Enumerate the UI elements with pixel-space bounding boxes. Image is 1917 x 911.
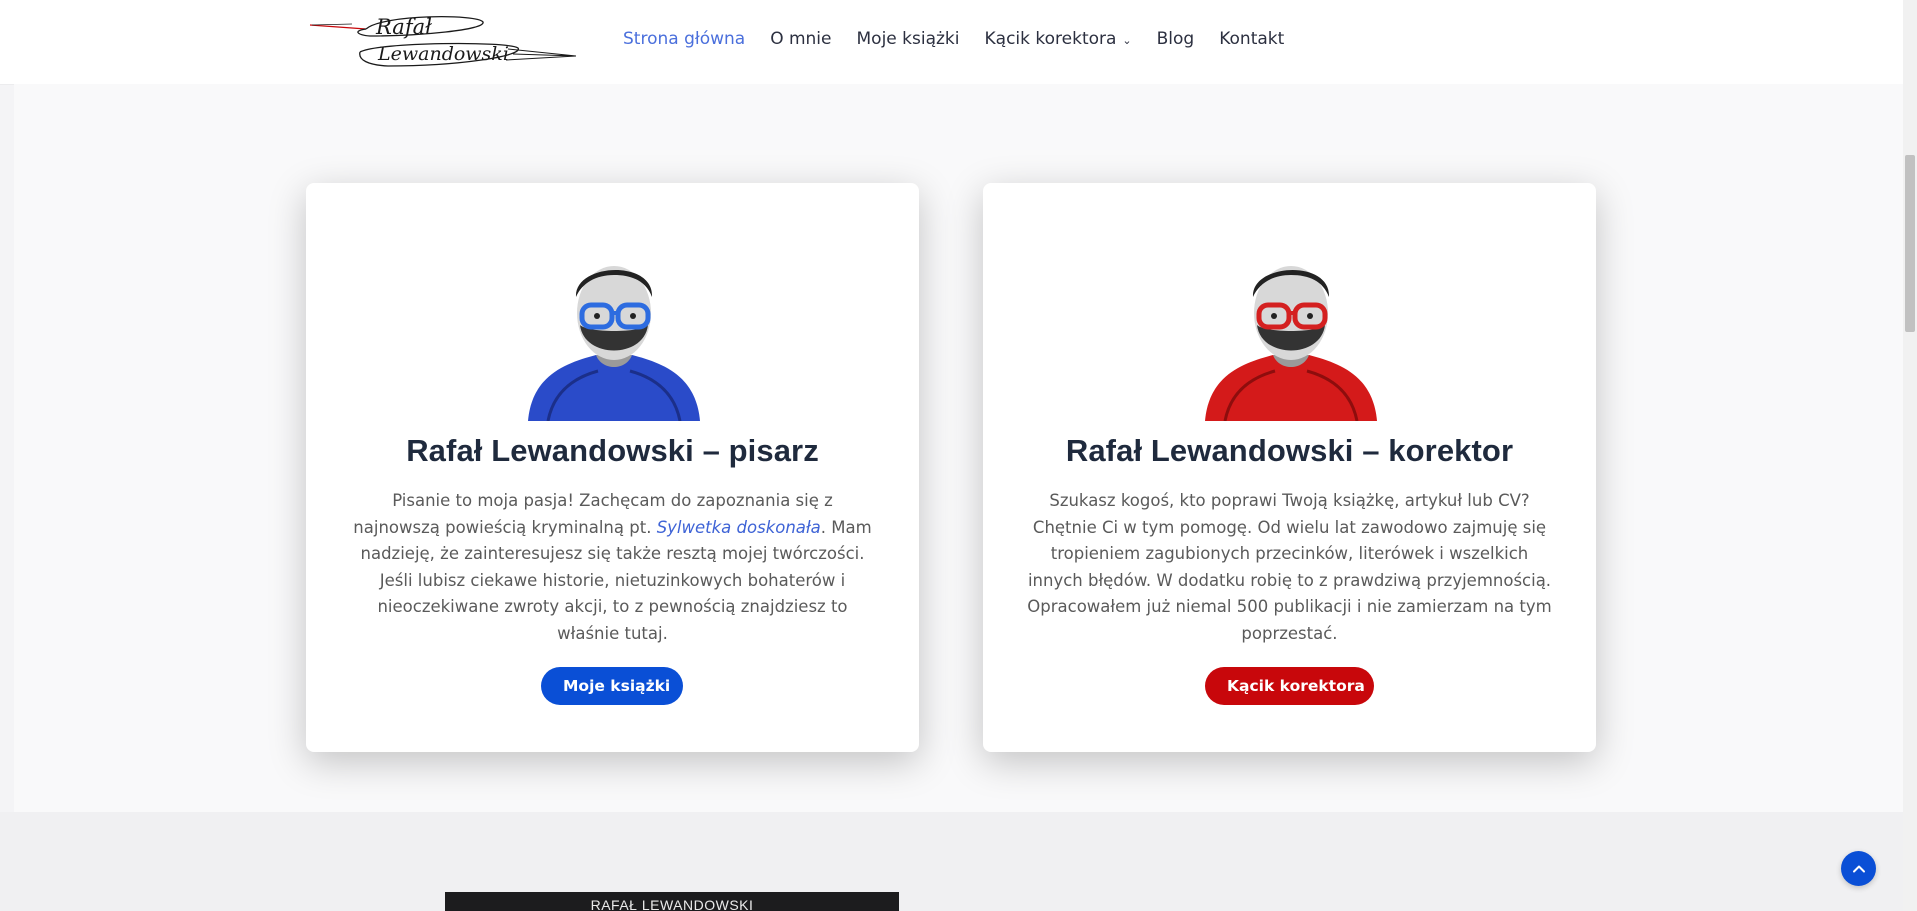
writer-description: Pisanie to moja pasja! Zachęcam do zapoz… <box>353 491 872 643</box>
chevron-up-icon <box>1852 865 1865 872</box>
nav-blog[interactable]: Blog <box>1157 29 1195 49</box>
writer-title: Rafał Lewandowski – pisarz <box>406 433 819 468</box>
nav-proofreader-corner[interactable]: Kącik korektora ⌄ <box>985 29 1132 49</box>
portrait-red-icon <box>1205 266 1377 421</box>
next-section <box>0 812 1917 911</box>
hero-section <box>14 84 1903 812</box>
chevron-down-icon: ⌄ <box>1122 33 1132 47</box>
site-logo[interactable]: Rafał Lewandowski <box>308 8 580 72</box>
portrait-blue-icon <box>528 266 700 421</box>
nav-about[interactable]: O mnie <box>770 29 831 49</box>
site-header: Rafał Lewandowski Strona główna O mnie M… <box>0 0 1917 84</box>
svg-text:Rafał: Rafał <box>375 15 432 39</box>
scrollbar-thumb[interactable] <box>1905 155 1915 332</box>
back-to-top-button[interactable] <box>1841 851 1876 886</box>
scrollbar-track[interactable] <box>1903 0 1917 911</box>
signature-pen-logo-icon: Rafał Lewandowski <box>309 15 577 67</box>
proofreader-title: Rafał Lewandowski – korektor <box>1065 433 1514 468</box>
footer-name-banner: RAFAŁ LEWANDOWSKI <box>445 892 899 911</box>
proofreader-card: Rafał Lewandowski – korektor Szukasz kog… <box>983 183 1596 752</box>
svg-text:Lewandowski: Lewandowski <box>377 43 509 65</box>
nav-my-books[interactable]: Moje książki <box>857 29 960 49</box>
my-books-button[interactable]: Moje książki <box>541 667 683 705</box>
proofreader-description: Szukasz kogoś, kto poprawi Twoją książkę… <box>1027 491 1552 643</box>
main-nav: Strona główna O mnie Moje książki Kącik … <box>623 0 1309 78</box>
nav-contact[interactable]: Kontakt <box>1219 29 1284 49</box>
book-link[interactable]: Sylwetka doskonała <box>657 518 821 537</box>
writer-card: Rafał Lewandowski – pisarz Pisanie to mo… <box>306 183 919 752</box>
nav-home[interactable]: Strona główna <box>623 29 745 49</box>
proofreader-corner-button[interactable]: Kącik korektora <box>1205 667 1374 705</box>
